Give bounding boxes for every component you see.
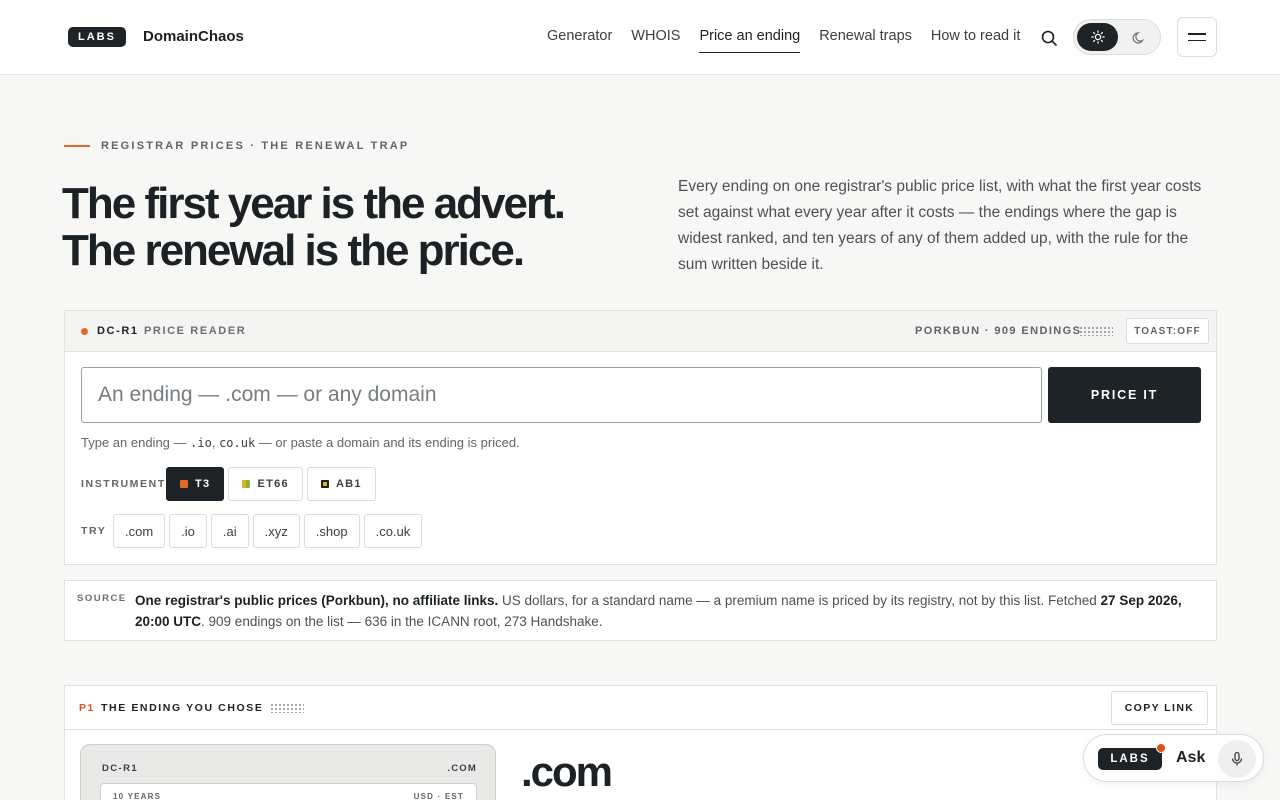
et66-swatch-icon [242, 480, 251, 488]
card-display: 10 YEARS USD · EST [100, 783, 477, 800]
chosen-ending-title: .com [521, 748, 613, 795]
ask-labs-logo: LABS [1098, 748, 1162, 770]
nav-price-an-ending[interactable]: Price an ending [699, 28, 800, 53]
nav-whois[interactable]: WHOIS [631, 28, 680, 44]
theme-light-option[interactable] [1077, 23, 1118, 51]
instrument-et66-button[interactable]: ET66 [228, 467, 303, 501]
sun-icon [1090, 30, 1105, 44]
hero-title-line-2: The renewal is the price. [62, 226, 525, 275]
instrument-ab1-button[interactable]: AB1 [306, 467, 376, 501]
brand-name[interactable]: DomainChaos [143, 28, 244, 45]
hamburger-icon-line [1188, 39, 1206, 41]
registrar-meta: PORKBUN · 909 ENDINGS [915, 325, 1082, 337]
card-id: DC-R1 [102, 763, 139, 774]
hero-eyebrow: REGISTRAR PRICES · THE RENEWAL TRAP [64, 140, 409, 152]
ask-label[interactable]: Ask [1176, 749, 1205, 767]
try-chips: .com .io .ai .xyz .shop .co.uk [113, 514, 423, 548]
toast-toggle-button[interactable]: TOAST:OFF [1126, 318, 1209, 344]
theme-toggle[interactable] [1073, 19, 1161, 55]
panel-number: P1 [79, 702, 95, 714]
eyebrow-text: REGISTRAR PRICES · THE RENEWAL TRAP [101, 140, 410, 152]
nav-how-to-read-it[interactable]: How to read it [931, 28, 1020, 44]
status-dot [81, 328, 88, 335]
theme-dark-option[interactable] [1126, 25, 1152, 51]
panel-title: THE ENDING YOU CHOSE [101, 702, 264, 714]
card-years-label: 10 YEARS [113, 792, 162, 800]
hero-title-line-1: The first year is the advert. [62, 179, 566, 228]
dot-grid-icon [1079, 326, 1113, 336]
main-nav: Generator WHOIS Price an ending Renewal … [547, 28, 1039, 53]
copy-link-button[interactable]: COPY LINK [1111, 691, 1208, 725]
source-label: SOURCE [77, 593, 127, 604]
nav-generator[interactable]: Generator [547, 28, 612, 44]
hamburger-icon [1188, 33, 1206, 35]
try-chip-co-uk[interactable]: .co.uk [363, 514, 423, 548]
dot-grid-icon [270, 703, 304, 713]
try-chip-xyz[interactable]: .xyz [252, 514, 300, 548]
ab1-swatch-icon [320, 480, 329, 488]
instrument-t3-button[interactable]: T3 [166, 467, 225, 501]
hero-title: The first year is the advert. The renewa… [62, 180, 622, 274]
nav-renewal-traps[interactable]: Renewal traps [819, 28, 912, 44]
price-device-card: DC-R1 .COM 10 YEARS USD · EST [80, 744, 496, 800]
price-it-button[interactable]: PRICE IT [1048, 367, 1201, 423]
try-chip-io[interactable]: .io [169, 514, 207, 548]
hero-description: Every ending on one registrar's public p… [678, 178, 1202, 273]
search-icon [1041, 30, 1057, 46]
instrument-selector: T3 ET66 AB1 [166, 467, 376, 501]
ending-result-panel: P1 THE ENDING YOU CHOSE COPY LINK DC-R1 … [64, 685, 1217, 800]
site-header: LABS DomainChaos Generator WHOIS Price a… [0, 0, 1280, 75]
price-reader-panel: DC-R1 PRICE READER PORKBUN · 909 ENDINGS… [64, 310, 1217, 565]
try-label: TRY [81, 525, 107, 537]
panel-name: PRICE READER [144, 325, 247, 337]
labs-logo[interactable]: LABS [68, 27, 126, 47]
source-text: One registrar's public prices (Porkbun),… [135, 593, 1182, 629]
eyebrow-rule [64, 145, 90, 147]
instrument-label: INSTRUMENT [81, 478, 166, 490]
panel-id: DC-R1 [97, 325, 139, 337]
card-unit-label: USD · EST [413, 792, 464, 800]
ask-widget[interactable]: LABS Ask [1083, 734, 1264, 782]
try-chip-com[interactable]: .com [113, 514, 166, 548]
menu-button[interactable] [1177, 17, 1217, 57]
source-note: SOURCE One registrar's public prices (Po… [64, 580, 1217, 641]
microphone-button[interactable] [1218, 740, 1256, 778]
card-tld: .COM [447, 763, 477, 774]
search-button[interactable] [1038, 27, 1060, 49]
price-reader-header: DC-R1 PRICE READER PORKBUN · 909 ENDINGS… [65, 311, 1216, 352]
ending-input[interactable] [81, 367, 1042, 423]
try-chip-ai[interactable]: .ai [210, 514, 249, 548]
moon-icon [1132, 32, 1145, 44]
t3-swatch-icon [180, 480, 188, 488]
microphone-icon [1231, 751, 1243, 766]
notification-dot [1156, 743, 1166, 753]
try-chip-shop[interactable]: .shop [303, 514, 360, 548]
ending-result-header: P1 THE ENDING YOU CHOSE COPY LINK [65, 686, 1216, 730]
input-hint: Type an ending — .io, co.uk — or paste a… [81, 435, 520, 450]
